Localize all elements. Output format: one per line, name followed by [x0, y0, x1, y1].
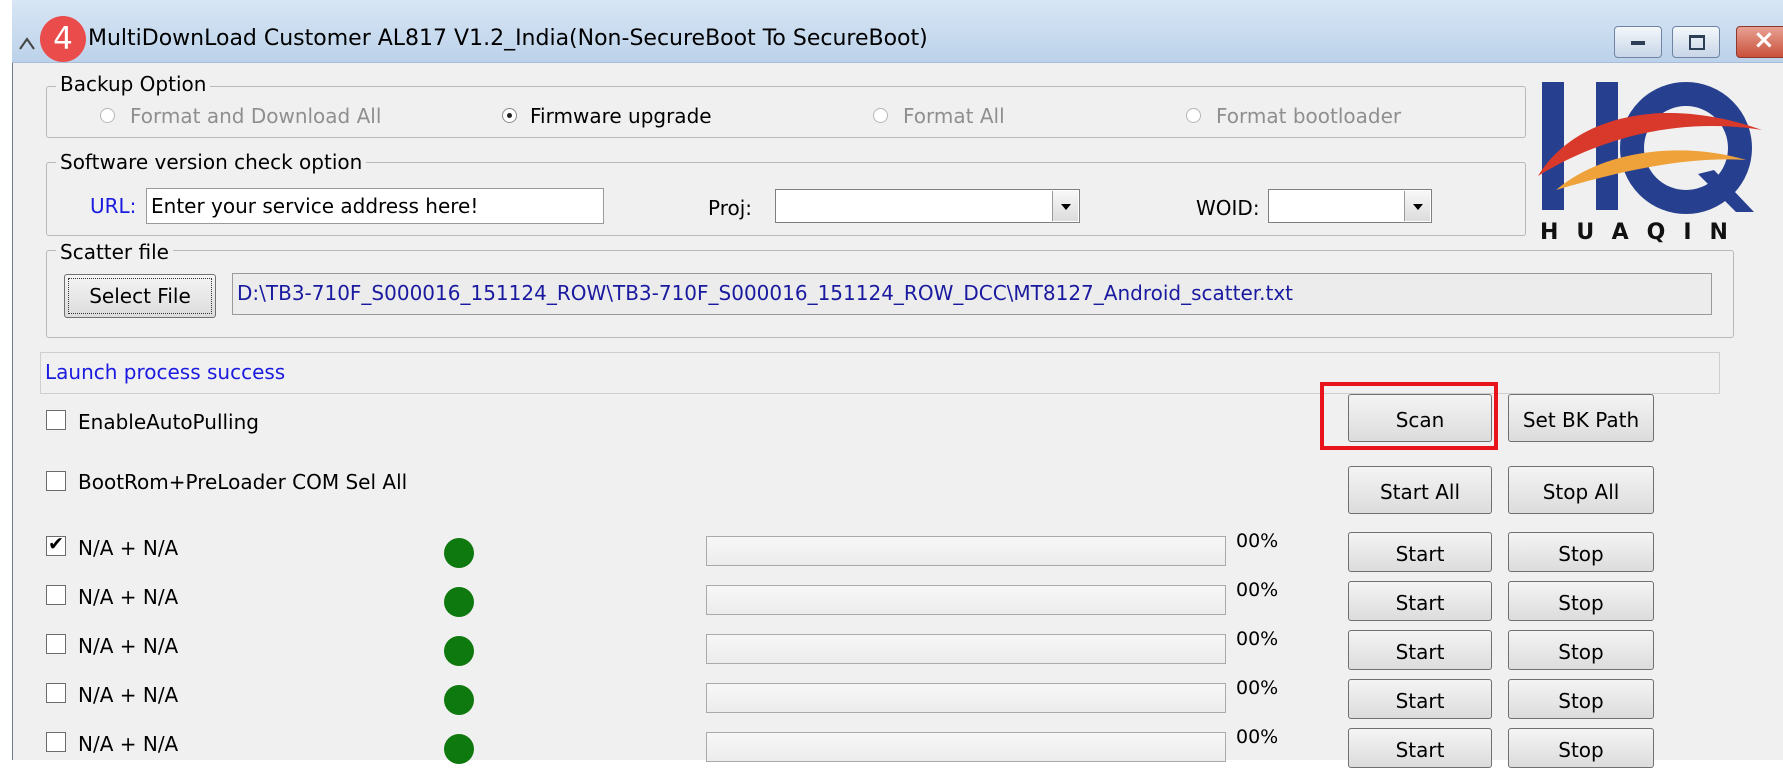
minimize-icon: [1631, 41, 1645, 45]
port-stop-label: Stop: [1558, 640, 1604, 664]
app-icon: [18, 34, 36, 52]
start-all-label: Start All: [1379, 480, 1460, 504]
port-checkbox[interactable]: [46, 732, 66, 752]
port-stop-button[interactable]: Stop: [1508, 581, 1654, 621]
port-label: N/A + N/A: [78, 683, 179, 707]
window-title: MultiDownLoad Customer AL817 V1.2_India(…: [88, 26, 928, 51]
port-stop-button[interactable]: Stop: [1508, 630, 1654, 670]
port-stop-label: Stop: [1558, 591, 1604, 615]
url-input[interactable]: Enter your service address here!: [146, 188, 604, 224]
port-checkbox[interactable]: [46, 683, 66, 703]
status-led-icon: [444, 538, 474, 568]
port-progress-bar: [706, 634, 1226, 664]
enable-auto-pulling-label: EnableAutoPulling: [78, 410, 259, 434]
select-file-button[interactable]: Select File: [64, 274, 216, 318]
port-percent: 00%: [1236, 726, 1279, 748]
port-stop-button[interactable]: Stop: [1508, 728, 1654, 768]
select-file-label: Select File: [89, 284, 191, 308]
version-check-label: Software version check option: [56, 150, 367, 174]
port-percent: 00%: [1236, 628, 1279, 650]
minimize-button[interactable]: [1614, 26, 1662, 58]
port-start-label: Start: [1395, 640, 1445, 664]
logo-wordmark: HUAQIN: [1540, 220, 1746, 245]
port-label: N/A + N/A: [78, 585, 179, 609]
status-led-icon: [444, 685, 474, 715]
maximize-icon: [1689, 35, 1705, 50]
port-progress-bar: [706, 536, 1226, 566]
port-stop-button[interactable]: Stop: [1508, 532, 1654, 572]
port-stop-label: Stop: [1558, 689, 1604, 713]
chevron-down-icon[interactable]: [1404, 191, 1430, 221]
port-progress-bar: [706, 732, 1226, 762]
port-start-label: Start: [1395, 542, 1445, 566]
port-stop-button[interactable]: Stop: [1508, 679, 1654, 719]
scan-button[interactable]: Scan: [1348, 394, 1492, 442]
port-percent: 00%: [1236, 677, 1279, 699]
radio-format-download-all[interactable]: [100, 108, 115, 123]
logo-h-left-bar: [1542, 82, 1564, 210]
close-button[interactable]: ×: [1736, 25, 1783, 58]
woid-select[interactable]: [1268, 189, 1432, 223]
port-stop-label: Stop: [1558, 542, 1604, 566]
set-bk-path-label: Set BK Path: [1522, 408, 1640, 432]
chevron-down-icon[interactable]: [1052, 191, 1078, 221]
woid-label: WOID:: [1196, 196, 1260, 220]
radio-format-bootloader[interactable]: [1186, 108, 1201, 123]
status-led-icon: [444, 587, 474, 617]
huaqin-logo: HUAQIN: [1538, 82, 1762, 245]
port-checkbox[interactable]: [46, 533, 66, 556]
port-percent: 00%: [1236, 530, 1279, 552]
scatter-file-label: Scatter file: [56, 240, 173, 264]
port-progress-bar: [706, 585, 1226, 615]
scan-label: Scan: [1395, 408, 1445, 432]
radio-firmware-upgrade[interactable]: [502, 108, 517, 123]
maximize-button[interactable]: [1672, 26, 1720, 58]
set-bk-path-button[interactable]: Set BK Path: [1508, 394, 1654, 442]
stop-all-label: Stop All: [1542, 480, 1620, 504]
port-start-button[interactable]: Start: [1348, 728, 1492, 768]
port-start-button[interactable]: Start: [1348, 630, 1492, 670]
port-start-button[interactable]: Start: [1348, 679, 1492, 719]
port-start-label: Start: [1395, 738, 1445, 762]
start-all-button[interactable]: Start All: [1348, 466, 1492, 514]
port-checkbox[interactable]: [46, 585, 66, 605]
enable-auto-pulling-checkbox[interactable]: [46, 410, 66, 430]
port-start-label: Start: [1395, 591, 1445, 615]
radio-firmware-upgrade-label: Firmware upgrade: [530, 104, 712, 128]
port-label: N/A + N/A: [78, 732, 179, 756]
status-led-icon: [444, 734, 474, 764]
proj-label: Proj:: [708, 196, 753, 220]
com-sel-all-label: BootRom+PreLoader COM Sel All: [78, 470, 408, 494]
scatter-path-text: D:\TB3-710F_S000016_151124_ROW\TB3-710F_…: [237, 281, 1294, 305]
radio-format-bootloader-label: Format bootloader: [1216, 104, 1402, 128]
port-start-label: Start: [1395, 689, 1445, 713]
port-progress-bar: [706, 683, 1226, 713]
radio-format-all-label: Format All: [903, 104, 1005, 128]
port-label: N/A + N/A: [78, 634, 179, 658]
port-checkbox[interactable]: [46, 634, 66, 654]
port-stop-label: Stop: [1558, 738, 1604, 762]
close-icon: ×: [1753, 25, 1775, 55]
url-label: URL:: [90, 194, 137, 218]
com-sel-all-checkbox[interactable]: [46, 471, 66, 491]
proj-select[interactable]: [775, 189, 1080, 223]
stop-all-button[interactable]: Stop All: [1508, 466, 1654, 514]
radio-format-all[interactable]: [873, 108, 888, 123]
status-text: Launch process success: [45, 360, 286, 384]
port-start-button[interactable]: Start: [1348, 532, 1492, 572]
backup-option-label: Backup Option: [56, 72, 211, 96]
radio-format-download-all-label: Format and Download All: [130, 104, 382, 128]
url-input-text: Enter your service address here!: [151, 194, 479, 218]
port-percent: 00%: [1236, 579, 1279, 601]
port-label: N/A + N/A: [78, 536, 179, 560]
port-start-button[interactable]: Start: [1348, 581, 1492, 621]
status-led-icon: [444, 636, 474, 666]
scatter-path-field: D:\TB3-710F_S000016_151124_ROW\TB3-710F_…: [232, 273, 1712, 315]
step-number-badge: 4: [40, 16, 86, 62]
